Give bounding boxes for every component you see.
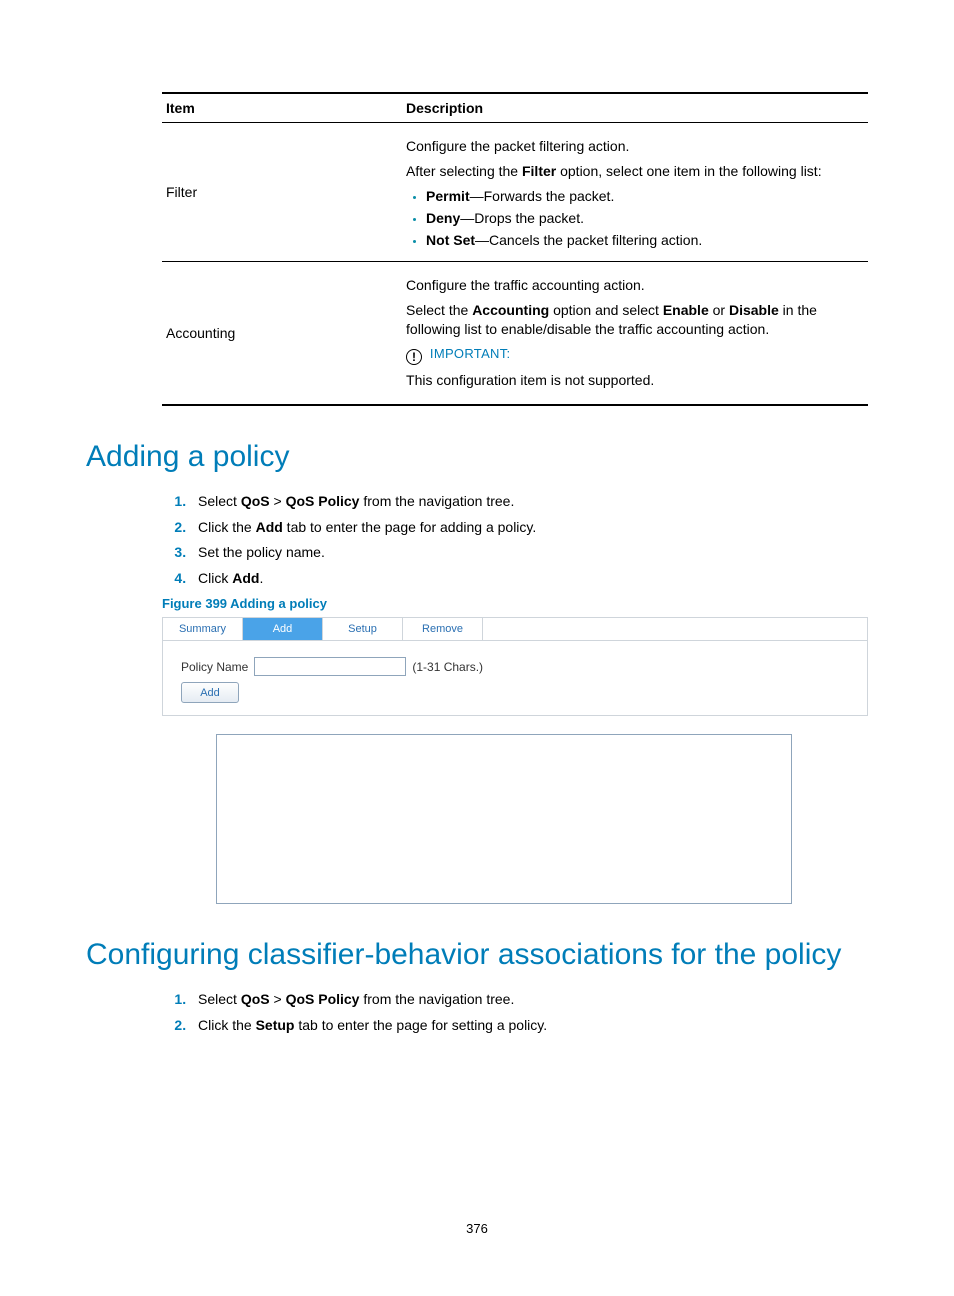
section-heading-adding-policy: Adding a policy [86, 440, 868, 474]
tab-setup[interactable]: Setup [323, 618, 403, 640]
table-row: Accounting Configure the traffic account… [162, 262, 868, 405]
page-number: 376 [0, 1221, 954, 1236]
policy-name-hint: (1-31 Chars.) [412, 660, 483, 674]
tab-add[interactable]: Add [243, 618, 323, 640]
figure-body: Policy Name (1-31 Chars.) Add [163, 641, 867, 715]
list-item: Deny—Drops the packet. [426, 209, 864, 228]
desc-text: This configuration item is not supported… [406, 371, 864, 390]
list-item: Click Add. [190, 569, 868, 589]
important-icon: ! [406, 349, 422, 365]
table-header-item: Item [162, 93, 402, 123]
table-header-description: Description [402, 93, 868, 123]
desc-text: Select the Accounting option and select … [406, 301, 864, 339]
steps-list: Select QoS > QoS Policy from the navigat… [162, 492, 868, 588]
list-item: Not Set—Cancels the packet filtering act… [426, 231, 864, 250]
policy-name-input[interactable] [254, 657, 406, 676]
config-table: Item Description Filter Configure the pa… [162, 92, 868, 406]
desc-text: Configure the traffic accounting action. [406, 276, 864, 295]
row-item: Filter [162, 123, 402, 262]
section-heading-configuring: Configuring classifier-behavior associat… [86, 938, 868, 972]
tab-bar: Summary Add Setup Remove [163, 618, 867, 641]
row-description: Configure the traffic accounting action.… [402, 262, 868, 405]
important-label: IMPORTANT: [430, 346, 511, 361]
policy-listbox[interactable] [216, 734, 792, 904]
desc-text: After selecting the Filter option, selec… [406, 162, 864, 181]
steps-list: Select QoS > QoS Policy from the navigat… [162, 990, 868, 1035]
list-item: Click the Add tab to enter the page for … [190, 518, 868, 538]
figure-add-policy: Summary Add Setup Remove Policy Name (1-… [162, 617, 868, 716]
tab-summary[interactable]: Summary [163, 618, 243, 640]
figure-caption: Figure 399 Adding a policy [162, 596, 868, 611]
policy-name-label: Policy Name [181, 660, 248, 674]
list-item: Set the policy name. [190, 543, 868, 563]
add-button[interactable]: Add [181, 682, 239, 703]
table-row: Filter Configure the packet filtering ac… [162, 123, 868, 262]
list-item: Permit—Forwards the packet. [426, 187, 864, 206]
important-callout: ! IMPORTANT: [406, 345, 864, 365]
desc-list: Permit—Forwards the packet. Deny—Drops t… [406, 187, 864, 250]
list-item: Select QoS > QoS Policy from the navigat… [190, 990, 868, 1010]
list-item: Select QoS > QoS Policy from the navigat… [190, 492, 868, 512]
row-description: Configure the packet filtering action. A… [402, 123, 868, 262]
row-item: Accounting [162, 262, 402, 405]
desc-text: Configure the packet filtering action. [406, 137, 864, 156]
tab-remove[interactable]: Remove [403, 618, 483, 640]
list-item: Click the Setup tab to enter the page fo… [190, 1016, 868, 1036]
